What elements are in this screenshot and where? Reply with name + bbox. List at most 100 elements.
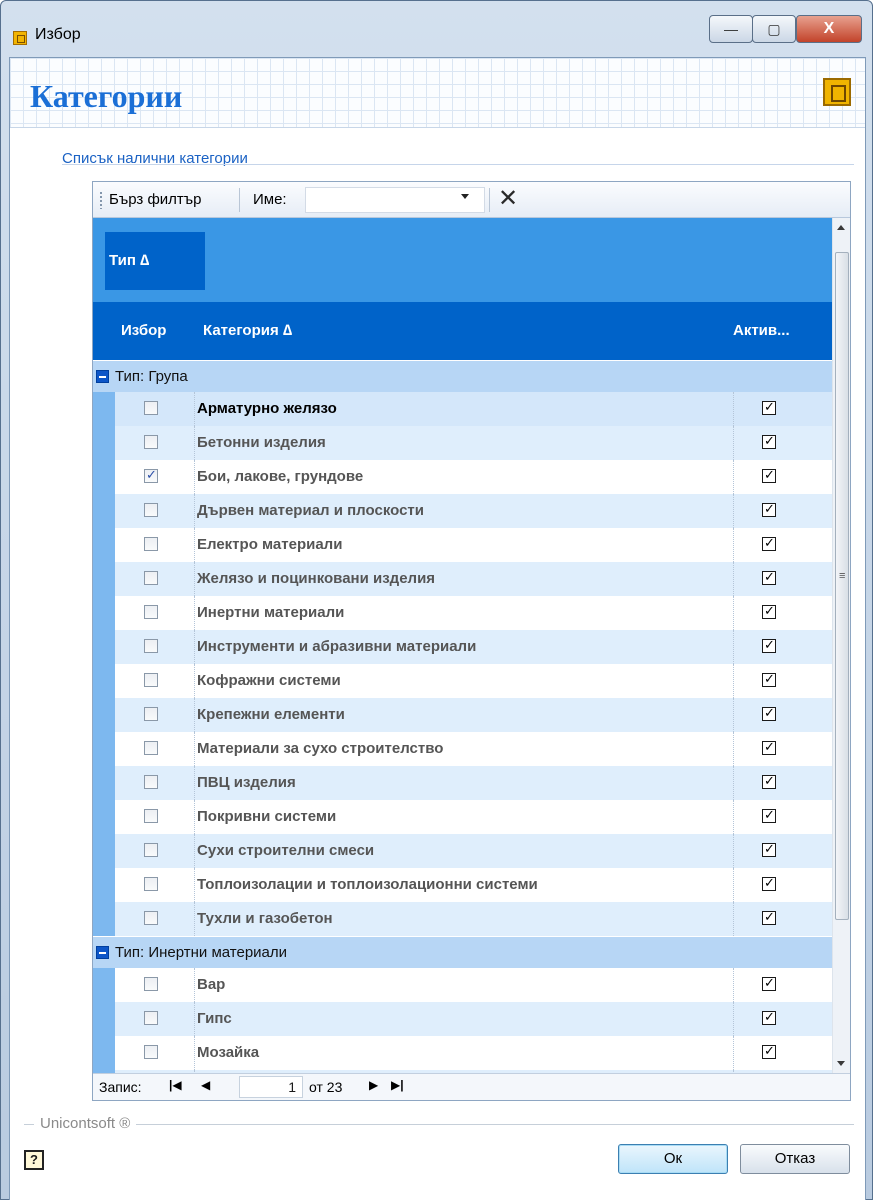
category-name: Дървен материал и плоскости	[197, 502, 424, 519]
select-checkbox[interactable]	[144, 741, 158, 755]
select-checkbox[interactable]	[144, 639, 158, 653]
column-header-row: Избор Категория ∆ Актив...	[93, 302, 832, 360]
table-row[interactable]: Арматурно желязо	[93, 392, 832, 426]
vertical-scrollbar[interactable]: ≡	[832, 218, 850, 1073]
footer-brand: Unicontsoft ®	[34, 1115, 137, 1132]
active-cell	[733, 528, 832, 562]
select-checkbox[interactable]	[144, 571, 158, 585]
first-record-button[interactable]: |◀	[169, 1078, 182, 1096]
table-row[interactable]: Сухи строителни смеси	[93, 834, 832, 868]
collapse-icon[interactable]	[96, 946, 109, 959]
category-name: Сухи строителни смеси	[197, 842, 375, 859]
maximize-button[interactable]: ▢	[752, 15, 796, 43]
active-checkbox[interactable]	[762, 399, 776, 415]
table-row[interactable]: Бетонни изделия	[93, 426, 832, 460]
select-checkbox[interactable]	[144, 977, 158, 991]
select-checkbox[interactable]	[144, 809, 158, 823]
select-checkbox[interactable]	[144, 467, 158, 483]
select-checkbox[interactable]	[144, 1011, 158, 1025]
active-checkbox[interactable]	[762, 1009, 776, 1025]
scroll-thumb[interactable]: ≡	[835, 252, 849, 920]
table-row[interactable]: ПВЦ изделия	[93, 766, 832, 800]
select-checkbox[interactable]	[144, 435, 158, 449]
help-button[interactable]: ?	[24, 1150, 44, 1170]
select-checkbox[interactable]	[144, 911, 158, 925]
last-record-button[interactable]: ▶|	[391, 1078, 404, 1096]
active-checkbox[interactable]	[762, 637, 776, 653]
table-row[interactable]: Бои, лакове, грундове	[93, 460, 832, 494]
group-row[interactable]: Тип: Инертни материали	[93, 936, 832, 968]
active-checkbox[interactable]	[762, 807, 776, 823]
table-row[interactable]: Вар	[93, 968, 832, 1002]
select-checkbox[interactable]	[144, 707, 158, 721]
active-checkbox[interactable]	[762, 875, 776, 891]
row-cells: Желязо и поцинковани изделия	[115, 562, 832, 596]
category-name: Кофражни системи	[197, 672, 341, 689]
table-row[interactable]: Електро материали	[93, 528, 832, 562]
select-checkbox[interactable]	[144, 401, 158, 415]
table-row[interactable]: Тухли и газобетон	[93, 902, 832, 936]
select-checkbox[interactable]	[144, 775, 158, 789]
active-checkbox[interactable]	[762, 705, 776, 721]
table-row[interactable]: Кофражни системи	[93, 664, 832, 698]
group-row[interactable]: Тип: Група	[93, 360, 832, 392]
active-checkbox[interactable]	[762, 501, 776, 517]
table-row[interactable]: Гипс	[93, 1002, 832, 1036]
quick-filter-button[interactable]: Бърз филтър	[109, 191, 202, 208]
table-row[interactable]: Материали за сухо строителство	[93, 732, 832, 766]
current-record-field[interactable]: 1	[239, 1076, 303, 1098]
collapse-icon[interactable]	[96, 370, 109, 383]
table-row[interactable]: Мозайка	[93, 1036, 832, 1070]
select-checkbox[interactable]	[144, 605, 158, 619]
minimize-button[interactable]: —	[709, 15, 753, 43]
select-checkbox[interactable]	[144, 1045, 158, 1059]
active-checkbox[interactable]	[762, 569, 776, 585]
title-bar: Избор — ▢ X	[1, 1, 872, 57]
table-row[interactable]: Желязо и поцинковани изделия	[93, 562, 832, 596]
column-header-select[interactable]: Избор	[121, 322, 166, 339]
select-cell	[115, 834, 195, 868]
row-cells: ПВЦ изделия	[115, 766, 832, 800]
toolbar-grip-icon[interactable]	[99, 191, 103, 209]
active-checkbox[interactable]	[762, 841, 776, 857]
table-row[interactable]: Дървен материал и плоскости	[93, 494, 832, 528]
active-checkbox[interactable]	[762, 909, 776, 925]
clear-filter-icon[interactable]: ✕	[498, 185, 518, 213]
select-checkbox[interactable]	[144, 673, 158, 687]
chevron-down-icon[interactable]	[461, 194, 469, 199]
table-row[interactable]: Покривни системи	[93, 800, 832, 834]
row-indent	[93, 426, 115, 460]
name-filter-input[interactable]	[305, 187, 485, 213]
close-button[interactable]: X	[796, 15, 862, 43]
scroll-down-icon[interactable]	[837, 1061, 845, 1066]
column-header-category[interactable]: Категория ∆	[203, 322, 292, 339]
select-checkbox[interactable]	[144, 877, 158, 891]
next-record-button[interactable]: ▶	[369, 1078, 378, 1096]
active-checkbox[interactable]	[762, 773, 776, 789]
active-checkbox[interactable]	[762, 975, 776, 991]
scroll-up-icon[interactable]	[837, 225, 845, 230]
active-checkbox[interactable]	[762, 433, 776, 449]
table-row[interactable]: Топлоизолации и топлоизолационни системи	[93, 868, 832, 902]
select-checkbox[interactable]	[144, 537, 158, 551]
cancel-button[interactable]: Отказ	[740, 1144, 850, 1174]
active-checkbox[interactable]	[762, 467, 776, 483]
active-checkbox[interactable]	[762, 739, 776, 755]
ok-button[interactable]: Ок	[618, 1144, 728, 1174]
active-checkbox[interactable]	[762, 535, 776, 551]
select-checkbox[interactable]	[144, 503, 158, 517]
active-checkbox[interactable]	[762, 671, 776, 687]
column-header-active[interactable]: Актив...	[733, 322, 790, 339]
previous-record-button[interactable]: ◀	[201, 1078, 210, 1096]
active-checkbox[interactable]	[762, 1043, 776, 1059]
active-cell	[733, 732, 832, 766]
active-cell	[733, 968, 832, 1002]
select-checkbox[interactable]	[144, 843, 158, 857]
table-row[interactable]: Крепежни елементи	[93, 698, 832, 732]
active-checkbox[interactable]	[762, 603, 776, 619]
group-by-type-header[interactable]: Тип ∆	[105, 232, 205, 290]
table-row[interactable]: Инертни материали	[93, 596, 832, 630]
section-divider	[62, 164, 854, 165]
category-name: Бетонни изделия	[197, 434, 326, 451]
table-row[interactable]: Инструменти и абразивни материали	[93, 630, 832, 664]
